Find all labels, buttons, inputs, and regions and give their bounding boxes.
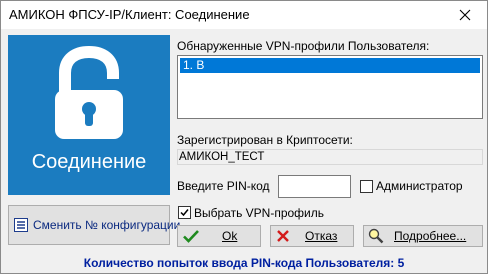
details-button[interactable]: Подробнее... [363,225,483,247]
cancel-button[interactable]: Отказ [270,225,354,247]
change-config-button[interactable]: Сменить № конфигурации [8,205,180,245]
pin-label: Введите PIN-код [177,179,270,193]
change-config-label: Сменить № конфигурации [33,218,181,232]
pin-input[interactable] [278,175,351,198]
connection-dialog: АМИКОН ФПСУ-IP/Клиент: Соединение Соедин… [0,0,488,274]
ok-label: Ok [222,229,238,243]
registration-value: АМИКОН_ТЕСТ [177,149,483,165]
admin-checkbox[interactable] [360,180,373,193]
choose-profile-checkbox[interactable] [178,206,191,219]
vpn-profiles-list[interactable]: 1. B [177,55,483,119]
logo-caption: Соединение [31,151,147,173]
admin-checkbox-label: Администратор [376,179,463,193]
checkmark-icon [183,230,199,243]
window-title: АМИКОН ФПСУ-IP/Клиент: Соединение [9,7,250,22]
title-bar: АМИКОН ФПСУ-IP/Клиент: Соединение [1,1,487,29]
cancel-label: Отказ [305,229,338,243]
close-button[interactable] [443,1,487,29]
close-icon [459,9,471,21]
vpn-profile-item[interactable]: 1. B [180,58,480,73]
registration-label: Зарегистрирован в Криптосети: [177,133,353,147]
ok-button[interactable]: Ok [177,225,261,247]
vpn-profiles-label: Обнаруженные VPN-профили Пользователя: [177,39,430,53]
choose-profile-label: Выбрать VPN-профиль [194,206,325,220]
checkmark-icon [180,209,189,217]
magnifier-icon [368,228,384,244]
details-label: Подробнее... [394,229,467,243]
unlocked-padlock-icon [55,45,123,139]
cancel-x-icon [277,230,289,242]
logo-panel: Соединение [8,35,170,195]
status-bar: Количество попыток ввода PIN-кода Пользо… [83,256,405,270]
config-list-icon [14,218,28,232]
